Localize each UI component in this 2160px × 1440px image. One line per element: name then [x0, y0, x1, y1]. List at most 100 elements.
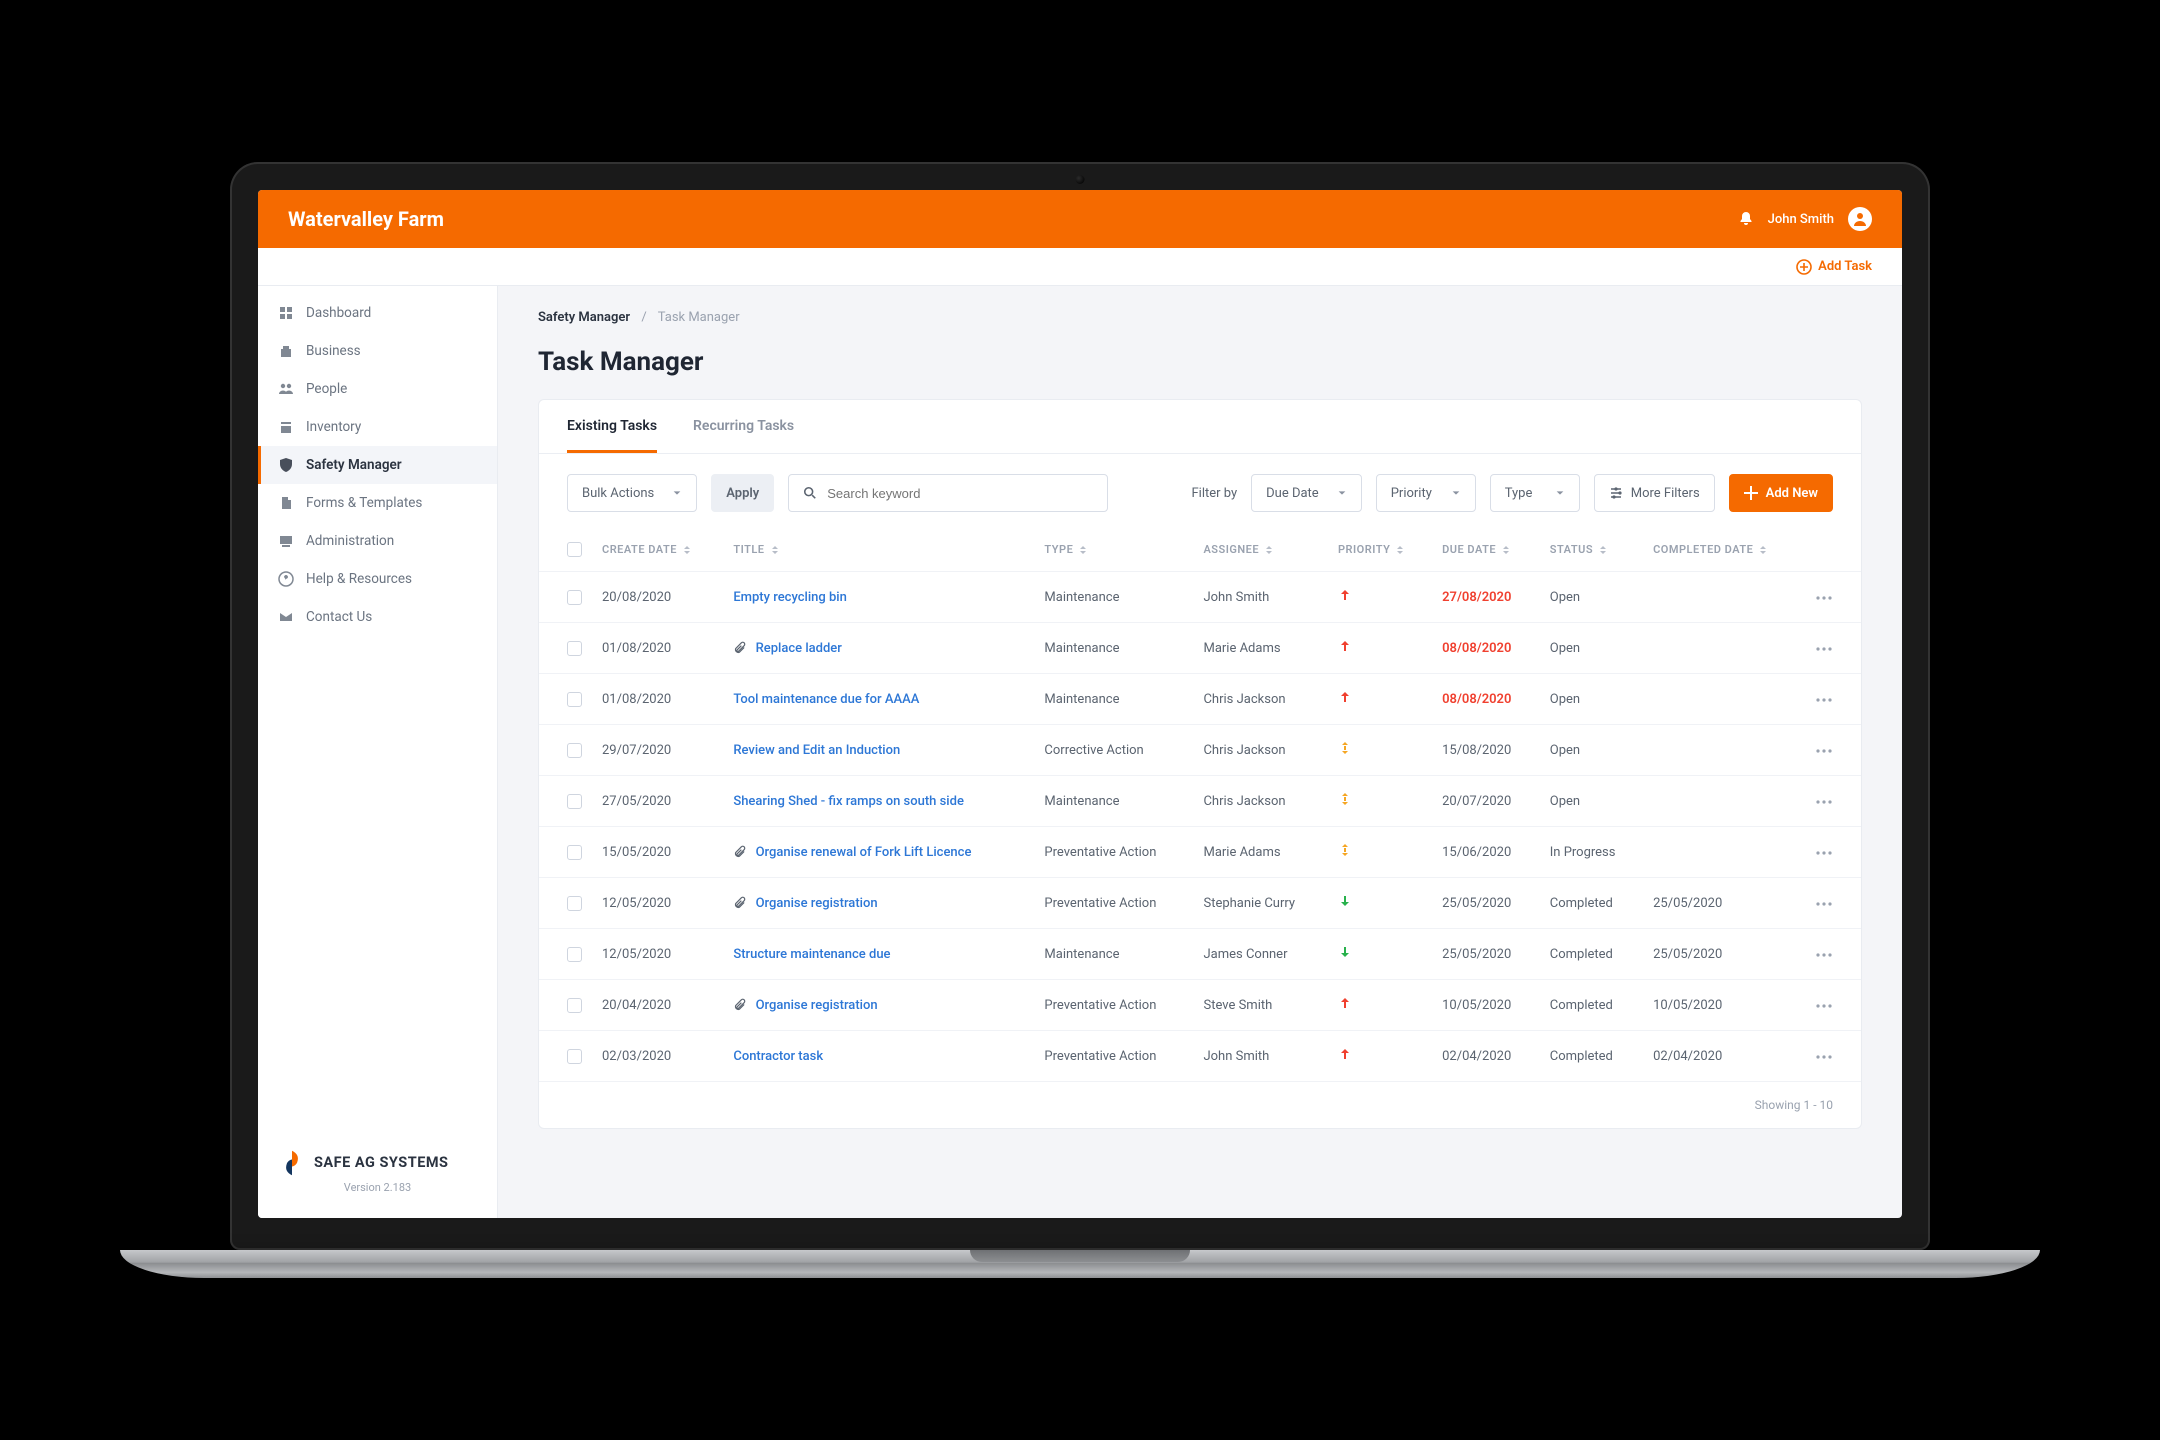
- toolbar: Bulk Actions Apply Filter by Due Date: [539, 454, 1861, 532]
- row-actions-icon[interactable]: [1815, 646, 1833, 652]
- brand: SAFE AG SYSTEMS: [278, 1149, 477, 1177]
- row-checkbox[interactable]: [567, 794, 582, 809]
- cell-title: Contractor task: [723, 1031, 1034, 1082]
- bulk-actions-select[interactable]: Bulk Actions: [567, 474, 697, 512]
- col-create-date[interactable]: Create Date: [602, 543, 691, 556]
- chevron-down-icon: [1337, 488, 1347, 498]
- cell-assignee: Marie Adams: [1193, 827, 1327, 878]
- sidebar-item-administration[interactable]: Administration: [258, 522, 497, 560]
- col-assignee[interactable]: Assignee: [1203, 543, 1273, 556]
- task-title-link[interactable]: Shearing Shed - fix ramps on south side: [733, 794, 964, 809]
- sidebar-item-label: Help & Resources: [306, 571, 412, 587]
- row-checkbox[interactable]: [567, 590, 582, 605]
- cell-due-date: 15/08/2020: [1432, 725, 1540, 776]
- select-all-checkbox[interactable]: [567, 542, 582, 557]
- tab-recurring[interactable]: Recurring Tasks: [693, 400, 794, 453]
- col-due-date[interactable]: Due Date: [1442, 543, 1510, 556]
- cell-title: Structure maintenance due: [723, 929, 1034, 980]
- app-screen: Watervalley Farm John Smith Add Task D: [258, 190, 1902, 1218]
- breadcrumb: Safety Manager / Task Manager: [538, 310, 1862, 325]
- sidebar-item-forms-templates[interactable]: Forms & Templates: [258, 484, 497, 522]
- sidebar-item-contact-us[interactable]: Contact Us: [258, 598, 497, 636]
- cell-due-date: 15/06/2020: [1432, 827, 1540, 878]
- sidebar-item-dashboard[interactable]: Dashboard: [258, 294, 497, 332]
- row-actions-icon[interactable]: [1815, 850, 1833, 856]
- cell-status: Open: [1540, 776, 1643, 827]
- cell-due-date: 02/04/2020: [1432, 1031, 1540, 1082]
- cell-create-date: 27/05/2020: [592, 776, 723, 827]
- dashboard-icon: [278, 305, 294, 321]
- breadcrumb-root[interactable]: Safety Manager: [538, 310, 630, 325]
- row-checkbox[interactable]: [567, 743, 582, 758]
- table-row: 15/05/2020 Organise renewal of Fork Lift…: [539, 827, 1861, 878]
- row-checkbox[interactable]: [567, 947, 582, 962]
- task-title-link[interactable]: Contractor task: [733, 1049, 823, 1064]
- row-checkbox[interactable]: [567, 998, 582, 1013]
- add-task-button[interactable]: Add Task: [1796, 259, 1872, 275]
- row-actions-icon[interactable]: [1815, 1054, 1833, 1060]
- col-priority[interactable]: Priority: [1338, 543, 1404, 556]
- breadcrumb-current: Task Manager: [658, 310, 740, 325]
- row-checkbox[interactable]: [567, 641, 582, 656]
- sidebar-item-help-resources[interactable]: Help & Resources: [258, 560, 497, 598]
- task-title-link[interactable]: Empty recycling bin: [733, 590, 847, 605]
- row-checkbox[interactable]: [567, 845, 582, 860]
- col-completed-date[interactable]: Completed Date: [1653, 543, 1767, 556]
- col-status[interactable]: Status: [1550, 543, 1607, 556]
- sidebar-item-business[interactable]: Business: [258, 332, 497, 370]
- contact-icon: [278, 609, 294, 625]
- row-actions-icon[interactable]: [1815, 901, 1833, 907]
- row-actions-icon[interactable]: [1815, 697, 1833, 703]
- search-input[interactable]: [827, 486, 1093, 501]
- row-actions-icon[interactable]: [1815, 952, 1833, 958]
- sidebar: DashboardBusinessPeopleInventorySafety M…: [258, 286, 498, 1218]
- search-box[interactable]: [788, 474, 1108, 512]
- row-actions-icon[interactable]: [1815, 1003, 1833, 1009]
- row-checkbox[interactable]: [567, 692, 582, 707]
- avatar[interactable]: [1848, 207, 1872, 231]
- brand-mark-icon: [278, 1149, 306, 1177]
- col-title[interactable]: Title: [733, 543, 778, 556]
- filter-due-date[interactable]: Due Date: [1251, 474, 1362, 512]
- add-new-button[interactable]: Add New: [1729, 474, 1833, 512]
- more-filters-button[interactable]: More Filters: [1594, 474, 1715, 512]
- task-title-link[interactable]: Organise renewal of Fork Lift Licence: [756, 845, 972, 860]
- col-type[interactable]: Type: [1044, 543, 1087, 556]
- cell-type: Corrective Action: [1034, 725, 1193, 776]
- sidebar-item-inventory[interactable]: Inventory: [258, 408, 497, 446]
- table-row: 01/08/2020 Tool maintenance due for AAAA…: [539, 674, 1861, 725]
- add-task-label: Add Task: [1818, 259, 1872, 274]
- cell-title: Tool maintenance due for AAAA: [723, 674, 1034, 725]
- sidebar-item-people[interactable]: People: [258, 370, 497, 408]
- task-title-link[interactable]: Replace ladder: [756, 641, 842, 656]
- task-title-link[interactable]: Organise registration: [756, 998, 878, 1013]
- task-title-link[interactable]: Tool maintenance due for AAAA: [733, 692, 919, 707]
- sidebar-item-safety-manager[interactable]: Safety Manager: [258, 446, 497, 484]
- user-name[interactable]: John Smith: [1768, 212, 1834, 227]
- cell-status: Open: [1540, 725, 1643, 776]
- tab-existing[interactable]: Existing Tasks: [567, 400, 657, 453]
- cell-due-date: 25/05/2020: [1432, 929, 1540, 980]
- filter-priority[interactable]: Priority: [1376, 474, 1476, 512]
- task-title-link[interactable]: Structure maintenance due: [733, 947, 890, 962]
- row-checkbox[interactable]: [567, 1049, 582, 1064]
- row-checkbox[interactable]: [567, 896, 582, 911]
- cell-completed-date: [1643, 827, 1805, 878]
- cell-title: Review and Edit an Induction: [723, 725, 1034, 776]
- cell-title: Replace ladder: [723, 623, 1034, 674]
- task-title-link[interactable]: Organise registration: [756, 896, 878, 911]
- cell-completed-date: [1643, 674, 1805, 725]
- apply-button[interactable]: Apply: [711, 474, 774, 512]
- row-actions-icon[interactable]: [1815, 595, 1833, 601]
- cell-create-date: 20/08/2020: [592, 572, 723, 623]
- task-title-link[interactable]: Review and Edit an Induction: [733, 743, 900, 758]
- cell-priority: [1328, 878, 1432, 929]
- filter-type[interactable]: Type: [1490, 474, 1580, 512]
- row-actions-icon[interactable]: [1815, 748, 1833, 754]
- bell-icon[interactable]: [1738, 211, 1754, 227]
- priority-high-icon: [1338, 639, 1352, 653]
- help-icon: [278, 571, 294, 587]
- business-icon: [278, 343, 294, 359]
- row-actions-icon[interactable]: [1815, 799, 1833, 805]
- laptop-base: [120, 1250, 2040, 1278]
